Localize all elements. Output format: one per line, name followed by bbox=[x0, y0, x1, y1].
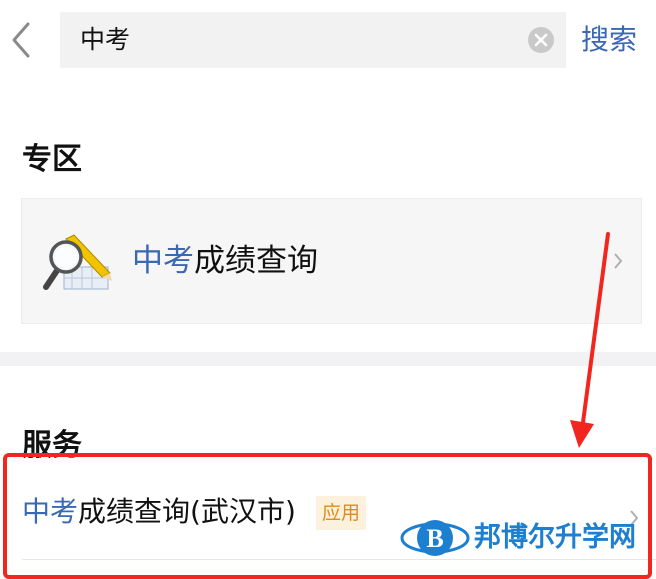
watermark-logo-letter: B bbox=[426, 524, 443, 553]
zone-section-title: 专区 bbox=[22, 142, 82, 177]
zone-card-score-query[interactable]: 中考成绩查询 bbox=[21, 198, 642, 324]
zone-card-label: 中考成绩查询 bbox=[132, 243, 318, 279]
watermark-logo: B bbox=[400, 520, 470, 556]
annotation-arrow-icon bbox=[570, 232, 610, 448]
search-input[interactable] bbox=[80, 12, 500, 68]
clear-search-button[interactable] bbox=[528, 27, 554, 53]
site-watermark: B 邦博尔升学网 bbox=[400, 510, 640, 566]
magnifier-pencil-icon bbox=[43, 234, 112, 290]
search-box bbox=[60, 12, 566, 68]
search-header: 搜索 bbox=[0, 0, 656, 80]
back-button[interactable] bbox=[6, 20, 36, 60]
close-icon bbox=[534, 33, 548, 47]
chevron-left-icon bbox=[12, 22, 30, 58]
watermark-text: 邦博尔升学网 bbox=[474, 522, 636, 553]
search-button[interactable]: 搜索 bbox=[581, 20, 637, 60]
section-divider bbox=[0, 352, 656, 366]
